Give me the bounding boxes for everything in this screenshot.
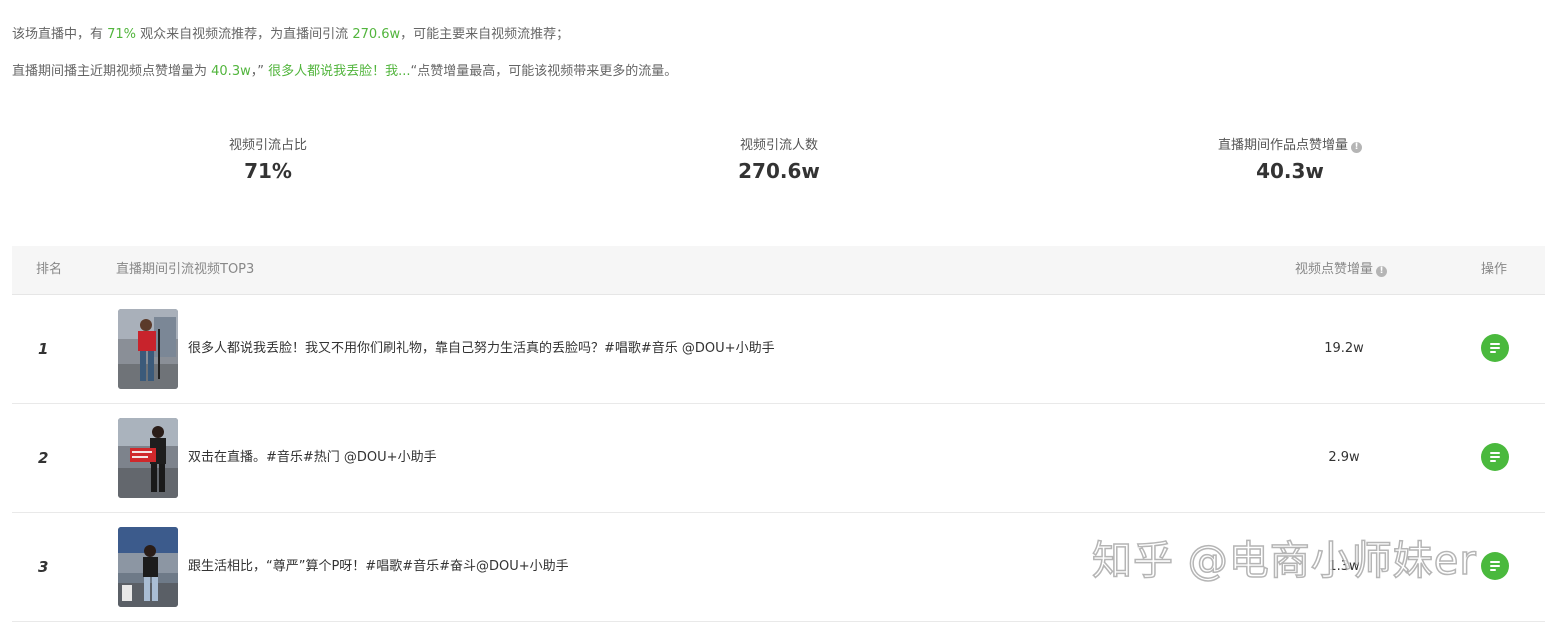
metric-live-likes-increase: 直播期间作品点赞增量! 40.3w [1140, 136, 1440, 183]
video-title[interactable]: 跟生活相比，“尊严”算个P呀！#唱歌#音乐#奋斗@DOU+小助手 [188, 513, 569, 621]
rank-number: 3 [38, 558, 49, 576]
header-op: 操作 [1481, 262, 1508, 277]
likes-increase: 40.3w [211, 64, 251, 79]
metrics-panel: 视频引流占比 71% 视频引流人数 270.6w 直播期间作品点赞增量! 40.… [12, 136, 1545, 196]
header-likes-label: 视频点赞增量 [1295, 262, 1374, 277]
likes-value: 19.2w [1324, 341, 1364, 356]
metric-label-row: 直播期间作品点赞增量! [1140, 136, 1440, 156]
metric-video-traffic-count: 视频引流人数 270.6w [629, 136, 929, 183]
metric-video-traffic-ratio: 视频引流占比 71% [118, 136, 418, 183]
header-likes: 视频点赞增量! [1295, 246, 1388, 294]
summary-text: “点赞增量最高，可能该视频带来更多的流量。 [410, 64, 678, 79]
header-rank: 排名 [36, 262, 63, 277]
summary-line-1: 该场直播中，有 71% 观众来自视频流推荐，为直播间引流 270.6w，可能主要… [12, 23, 569, 42]
header-video: 直播期间引流视频TOP3 [116, 262, 255, 277]
info-icon[interactable]: ! [1376, 266, 1388, 277]
top-video-link[interactable]: 很多人都说我丢脸！我... [264, 64, 410, 79]
metric-label: 视频引流占比 [228, 138, 307, 153]
metric-value: 71% [244, 159, 292, 183]
summary-text: 观众来自视频流推荐，为直播间引流 [136, 27, 353, 42]
table-row: 2 双击在直播。#音乐#热门 @DOU+小助手 2.9w [12, 404, 1545, 513]
metric-value: 270.6w [738, 159, 820, 183]
detail-list-button[interactable] [1481, 334, 1509, 362]
rank-number: 2 [38, 449, 49, 467]
table-row: 1 很多人都说我丢脸！我又不用你们刷礼物，靠自己努力生活真的丢脸吗？#唱歌#音乐… [12, 295, 1545, 404]
video-thumbnail[interactable] [118, 418, 178, 498]
likes-value: 2.9w [1328, 450, 1360, 465]
info-icon[interactable]: ! [1351, 142, 1362, 153]
audience-percent: 71% [107, 27, 137, 42]
metric-label: 直播期间作品点赞增量 [1217, 138, 1348, 153]
summary-text: ，” [250, 64, 264, 79]
metric-value: 40.3w [1256, 159, 1324, 183]
detail-list-button[interactable] [1481, 443, 1509, 471]
video-title[interactable]: 很多人都说我丢脸！我又不用你们刷礼物，靠自己努力生活真的丢脸吗？#唱歌#音乐 @… [188, 295, 775, 403]
table-header: 排名 直播期间引流视频TOP3 视频点赞增量! 操作 [12, 246, 1545, 295]
summary-line-2: 直播期间播主近期视频点赞增量为 40.3w，” 很多人都说我丢脸！我...“点赞… [12, 60, 677, 79]
traffic-count: 270.6w [352, 27, 401, 42]
video-thumbnail[interactable] [118, 309, 178, 389]
video-title[interactable]: 双击在直播。#音乐#热门 @DOU+小助手 [188, 404, 437, 512]
video-thumbnail[interactable] [118, 527, 178, 607]
metric-label: 视频引流人数 [739, 138, 818, 153]
summary-text: ，可能主要来自视频流推荐； [400, 27, 570, 42]
rank-number: 1 [38, 340, 49, 358]
detail-list-button[interactable] [1481, 552, 1509, 580]
summary-text: 直播期间播主近期视频点赞增量为 [12, 64, 212, 79]
watermark: 知乎 @电商小师妹er [1091, 537, 1477, 585]
summary-text: 该场直播中，有 [12, 27, 108, 42]
